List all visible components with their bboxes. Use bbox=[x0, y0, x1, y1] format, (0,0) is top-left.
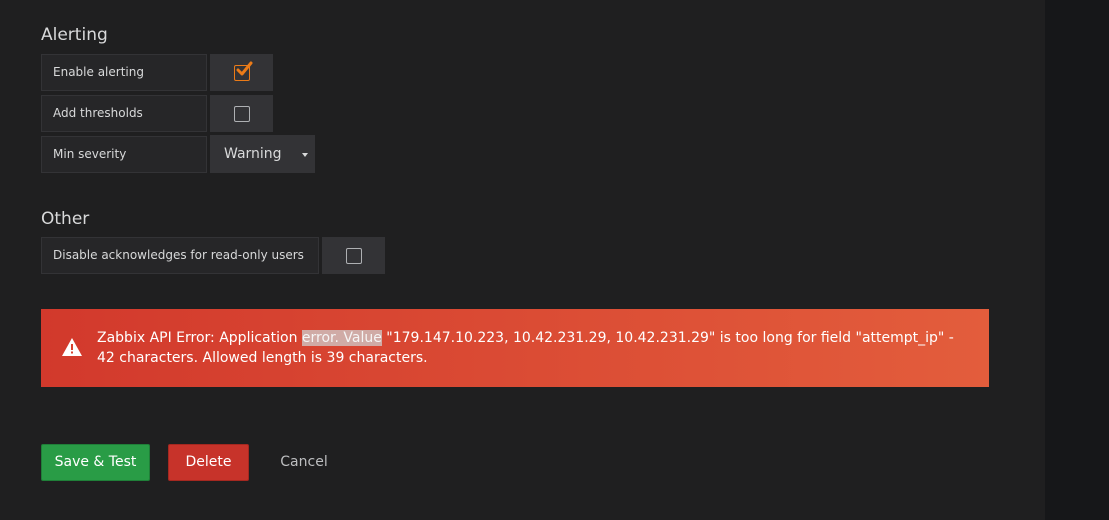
cancel-button[interactable]: Cancel bbox=[268, 444, 340, 481]
add-thresholds-label: Add thresholds bbox=[41, 95, 207, 132]
right-sidebar bbox=[1045, 0, 1109, 520]
checkbox-unchecked-icon bbox=[233, 105, 250, 122]
main-panel: Alerting Enable alerting Add thresholds … bbox=[0, 0, 1045, 520]
error-text-selection: error. Value bbox=[301, 330, 382, 346]
add-thresholds-checkbox[interactable] bbox=[210, 95, 273, 132]
min-severity-label: Min severity bbox=[41, 136, 207, 173]
alerting-section-title: Alerting bbox=[41, 25, 108, 45]
error-message: Zabbix API Error: Application error. Val… bbox=[97, 328, 967, 368]
checkbox-checked-icon bbox=[233, 61, 252, 81]
enable-alerting-label: Enable alerting bbox=[41, 54, 207, 91]
min-severity-select[interactable]: Warning bbox=[210, 135, 315, 173]
disable-acknowledges-checkbox[interactable] bbox=[322, 237, 385, 274]
warning-triangle-icon bbox=[61, 337, 83, 361]
min-severity-value: Warning bbox=[224, 146, 282, 162]
caret-down-icon bbox=[302, 153, 308, 157]
save-test-button[interactable]: Save & Test bbox=[41, 444, 150, 481]
disable-acknowledges-label: Disable acknowledges for read-only users bbox=[41, 237, 319, 274]
delete-button[interactable]: Delete bbox=[168, 444, 249, 481]
other-section-title: Other bbox=[41, 209, 90, 229]
checkbox-unchecked-icon bbox=[345, 247, 362, 264]
enable-alerting-checkbox[interactable] bbox=[210, 54, 273, 91]
error-alert: Zabbix API Error: Application error. Val… bbox=[41, 309, 989, 387]
error-text-before: Zabbix API Error: Application bbox=[97, 330, 302, 346]
